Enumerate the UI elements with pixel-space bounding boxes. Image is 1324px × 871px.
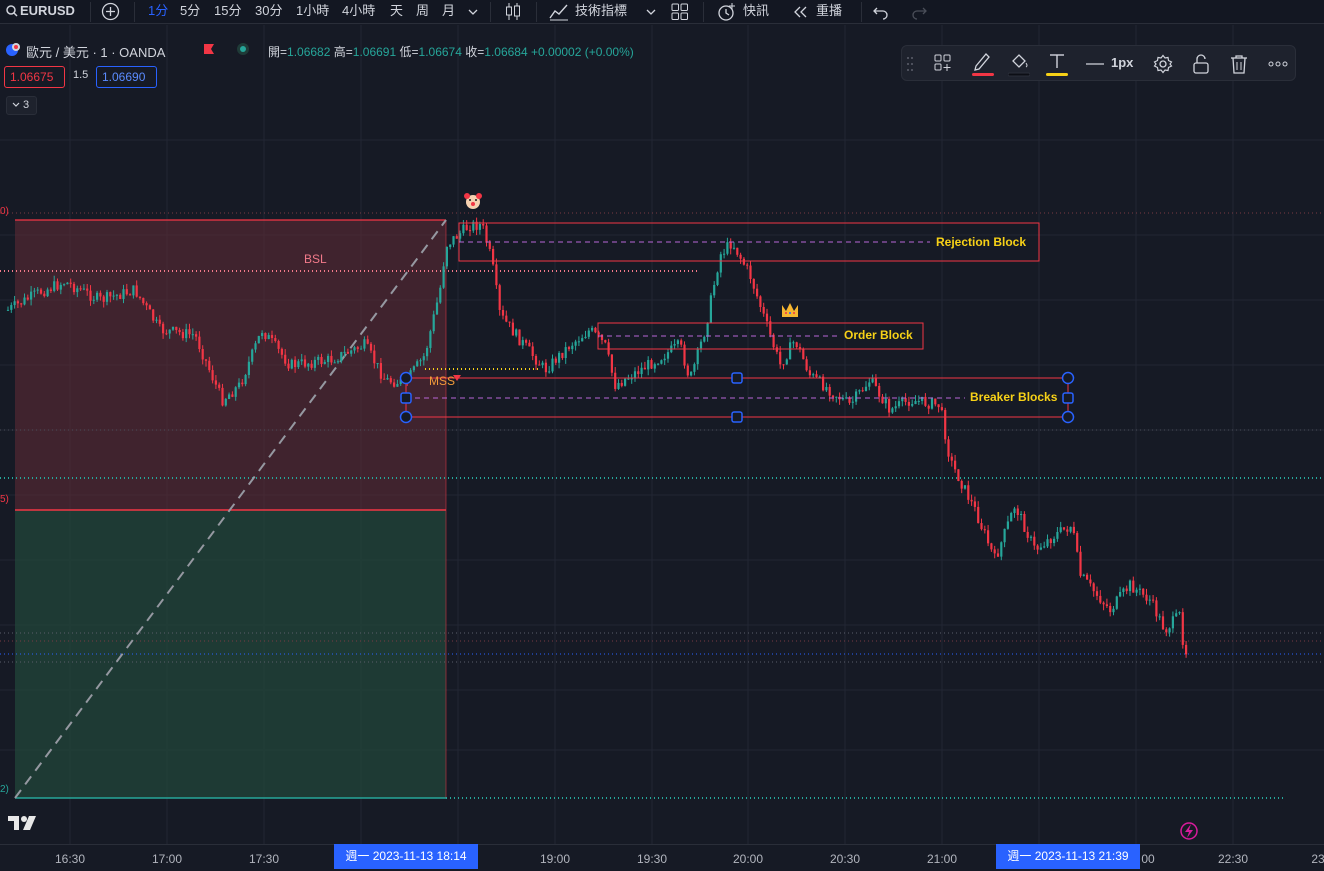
ohlc-values: 開=1.06682 高=1.06691 低=1.06674 收=1.06684 … bbox=[268, 45, 634, 59]
order-block-label: Order Block bbox=[844, 328, 913, 342]
price-chart[interactable]: Rejection Block Order Block Breaker Bloc… bbox=[0, 25, 1324, 871]
interval-week[interactable]: 周 bbox=[416, 3, 429, 19]
replay-rewind-icon[interactable] bbox=[792, 5, 808, 19]
redo-icon[interactable] bbox=[910, 4, 928, 20]
crown-icon bbox=[782, 303, 798, 317]
collapse-indicators-button[interactable]: 3 bbox=[6, 96, 37, 115]
buy-price-button[interactable]: 1.06690 bbox=[96, 66, 157, 88]
interval-day[interactable]: 天 bbox=[390, 3, 403, 19]
eurusd-flag-icon bbox=[6, 43, 20, 56]
clown-face-icon bbox=[464, 193, 482, 209]
replay-button[interactable]: 重播 bbox=[816, 3, 842, 19]
mss-label: MSS bbox=[429, 374, 455, 388]
drawing-toolbar: 1px bbox=[901, 45, 1296, 81]
breaker-blocks-label: Breaker Blocks bbox=[970, 390, 1058, 404]
time-cursor-label-end: 週一 2023-11-13 21:39 bbox=[996, 844, 1140, 869]
sell-price-button[interactable]: 1.06675 bbox=[4, 66, 65, 88]
interval-15m[interactable]: 15分 bbox=[214, 3, 241, 19]
svg-text:5): 5) bbox=[0, 494, 9, 505]
add-symbol-icon[interactable] bbox=[101, 2, 120, 21]
chevron-down-icon bbox=[12, 102, 20, 107]
interval-month[interactable]: 月 bbox=[442, 3, 455, 19]
alert-button[interactable]: 快訊 bbox=[743, 3, 769, 19]
chevron-down-icon[interactable] bbox=[646, 8, 656, 16]
indicators-button[interactable]: 技術指標 bbox=[575, 3, 627, 19]
drag-handle-icon[interactable] bbox=[906, 56, 914, 72]
svg-text:0): 0) bbox=[0, 206, 9, 217]
alarm-clock-icon[interactable] bbox=[716, 2, 738, 22]
chevron-down-icon[interactable] bbox=[468, 8, 478, 16]
flag-marker-icon[interactable] bbox=[203, 43, 215, 55]
indicators-icon[interactable] bbox=[548, 2, 570, 21]
lightning-icon[interactable] bbox=[1180, 822, 1198, 840]
line-color-pencil-icon[interactable] bbox=[972, 51, 994, 77]
interval-30m[interactable]: 30分 bbox=[255, 3, 282, 19]
take-profit-zone[interactable] bbox=[15, 510, 446, 798]
interval-1m[interactable]: 1分 bbox=[148, 3, 168, 19]
trash-icon[interactable] bbox=[1230, 54, 1248, 74]
time-cursor-label-start: 週一 2023-11-13 18:14 bbox=[334, 844, 478, 869]
search-icon[interactable] bbox=[6, 5, 18, 17]
line-width-icon[interactable] bbox=[1086, 63, 1104, 65]
interval-4h[interactable]: 4小時 bbox=[342, 3, 375, 19]
more-options-icon[interactable] bbox=[1268, 61, 1288, 67]
symbol-search-button[interactable]: EURUSD bbox=[20, 3, 75, 19]
interval-5m[interactable]: 5分 bbox=[180, 3, 200, 19]
candles-icon[interactable] bbox=[504, 2, 522, 21]
interval-1h[interactable]: 1小時 bbox=[296, 3, 329, 19]
bsl-label: BSL bbox=[304, 252, 327, 266]
symbol-title[interactable]: 歐元 / 美元 · 1 · OANDA bbox=[26, 42, 165, 61]
svg-text:2): 2) bbox=[0, 784, 9, 795]
gear-icon[interactable] bbox=[1153, 54, 1173, 74]
layout-grid-icon[interactable] bbox=[671, 3, 689, 21]
undo-icon[interactable] bbox=[872, 4, 890, 20]
text-color-icon[interactable] bbox=[1046, 51, 1068, 77]
spread-value: 1.5 bbox=[73, 69, 89, 81]
unlock-icon[interactable] bbox=[1192, 54, 1210, 74]
top-toolbar: EURUSD 1分 5分 15分 30分 1小時 4小時 天 周 月 技術指標 … bbox=[0, 0, 1324, 24]
market-status-icon[interactable] bbox=[236, 42, 250, 56]
fill-bucket-icon[interactable] bbox=[1008, 51, 1030, 77]
tradingview-logo[interactable] bbox=[8, 815, 40, 831]
template-grid-icon[interactable] bbox=[934, 54, 952, 72]
line-width-button[interactable]: 1px bbox=[1111, 55, 1133, 70]
rejection-block-label: Rejection Block bbox=[936, 235, 1026, 249]
